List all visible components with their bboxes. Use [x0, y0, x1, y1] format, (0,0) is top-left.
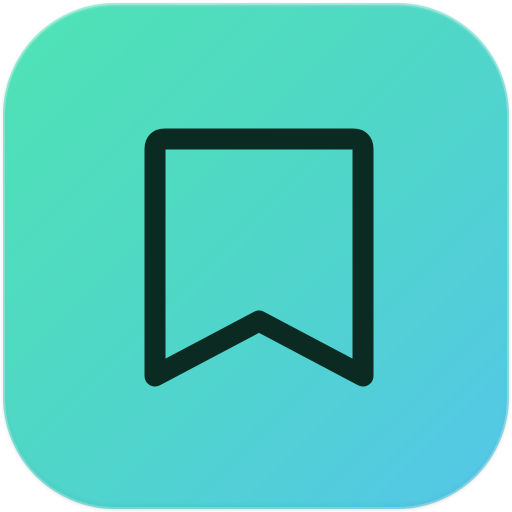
- bookmark-icon: [144, 128, 374, 387]
- app-icon-tile[interactable]: [3, 3, 509, 509]
- icon-canvas: [0, 0, 512, 512]
